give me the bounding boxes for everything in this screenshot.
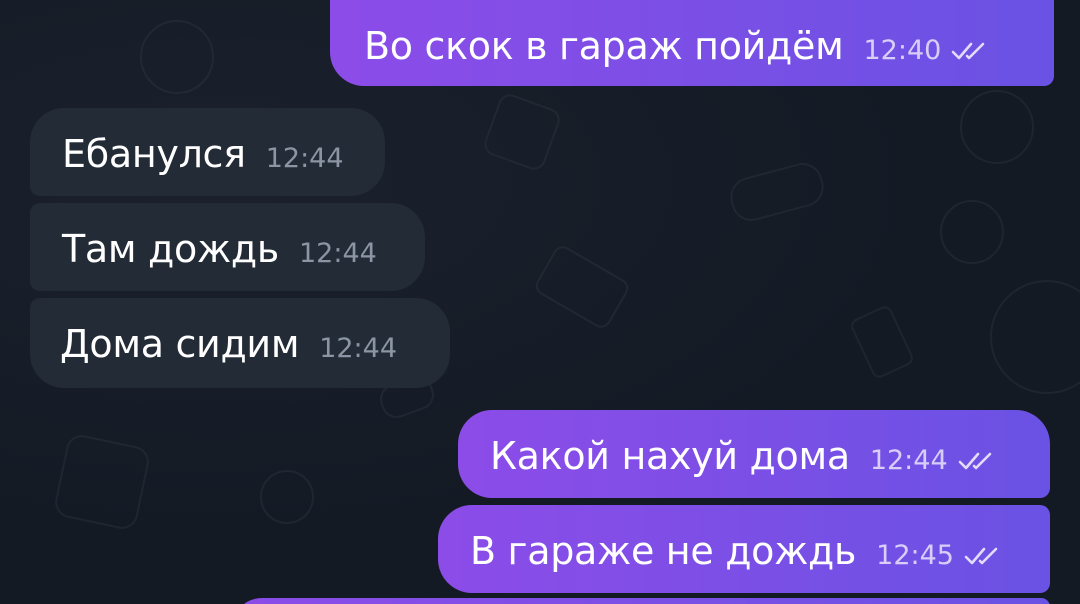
message-time: 12:45 [876, 540, 954, 571]
message-text: Там дождь [62, 227, 279, 271]
message-text: Во скок в гараж пойдём [364, 24, 844, 68]
wallpaper-doodle [990, 280, 1080, 394]
message-text: Какой нахуй дома [490, 434, 850, 478]
message-text: Ебанулся [62, 132, 246, 176]
wallpaper-doodle [480, 90, 564, 174]
message-time: 12:44 [265, 143, 344, 174]
wallpaper-doodle [725, 158, 829, 226]
message-time: 12:44 [298, 238, 377, 269]
wallpaper-doodle [940, 200, 1004, 264]
chat-view[interactable]: Во скок в гараж пойдём 12:40 Ебанулся 12… [0, 0, 1080, 604]
message-time: 12:44 [869, 445, 948, 476]
wallpaper-doodle [960, 90, 1034, 164]
message-time: 12:40 [863, 35, 942, 66]
message-text: В гараже не дождь [470, 529, 857, 573]
message-incoming[interactable]: Ебанулся 12:44 [30, 108, 385, 196]
message-outgoing[interactable]: В гараже не дождь 12:45 [438, 505, 1050, 593]
wallpaper-doodle [52, 432, 152, 532]
message-incoming[interactable]: Там дождь 12:44 [30, 203, 425, 291]
message-outgoing[interactable]: Во скок в гараж пойдём 12:40 [330, 0, 1054, 86]
wallpaper-doodle [848, 303, 916, 381]
double-check-icon [964, 547, 998, 564]
message-outgoing[interactable]: Какой нахуй дома 12:44 [458, 410, 1050, 498]
wallpaper-doodle [532, 242, 632, 332]
wallpaper-doodle [140, 20, 214, 94]
message-time: 12:44 [319, 333, 398, 364]
message-text: Дома сидим [60, 322, 300, 366]
wallpaper-doodle [260, 470, 314, 524]
message-incoming[interactable]: Дома сидим 12:44 [30, 298, 450, 388]
message-outgoing-partial[interactable] [232, 598, 1050, 604]
double-check-icon [951, 42, 985, 59]
double-check-icon [958, 452, 991, 469]
